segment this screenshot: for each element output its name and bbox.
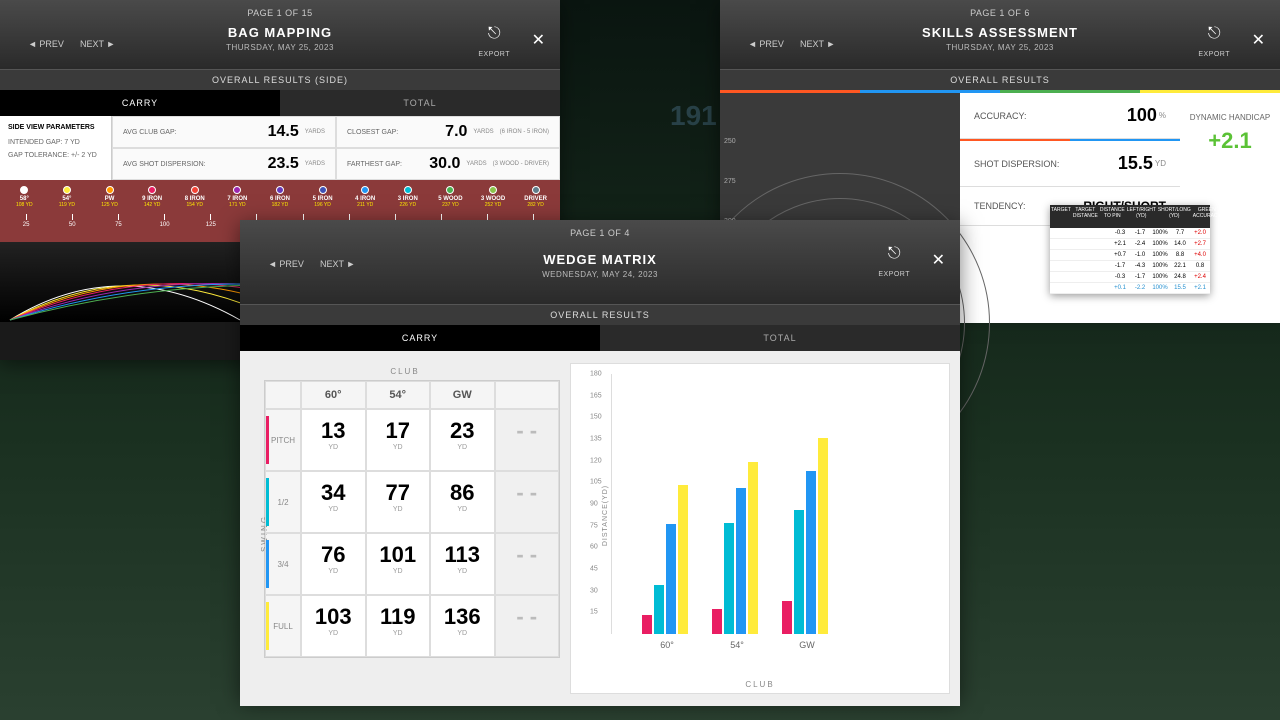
club-chip[interactable]: 3 IRON226 YD (387, 186, 428, 208)
panel-date: WEDNESDAY, MAY 24, 2023 (542, 270, 658, 279)
tab-carry[interactable]: CARRY (0, 90, 280, 116)
table-row: -0.3-1.7100%7.7+2.0 (1050, 228, 1210, 239)
club-chip[interactable]: PW125 YD (89, 186, 130, 208)
prev-button[interactable]: ◄ PREV (20, 35, 72, 53)
club-chip[interactable]: 5 WOOD237 YD (430, 186, 471, 208)
club-chip[interactable]: 8 IRON154 YD (174, 186, 215, 208)
side-view-parameters: SIDE VIEW PARAMETERS INTENDED GAP: 7 YD … (0, 116, 112, 180)
section-header: OVERALL RESULTS (240, 305, 960, 325)
prev-button[interactable]: ◄ PREV (260, 255, 312, 273)
metric-accuracy: ACCURACY:100% (960, 93, 1180, 139)
wedge-cell: 86YD (430, 471, 495, 533)
table-row: +0.1-2.2100%15.5+2.1 (1050, 283, 1210, 294)
club-chip[interactable]: 6 IRON182 YD (260, 186, 301, 208)
panel-title: BAG MAPPING (226, 25, 334, 40)
table-row: +2.1-2.4100%14.0+2.7 (1050, 239, 1210, 250)
club-chip[interactable]: 9 IRON142 YD (132, 186, 173, 208)
next-button[interactable]: NEXT ► (792, 35, 843, 53)
clubs-row: 58°108 YD54°119 YDPW125 YD9 IRON142 YD8 … (0, 180, 560, 210)
page-indicator: PAGE 1 OF 4 (570, 228, 630, 238)
close-button[interactable]: ✕ (532, 30, 545, 50)
wedge-cell: 77YD (366, 471, 431, 533)
club-chip[interactable]: 54°119 YD (47, 186, 88, 208)
club-chip[interactable]: 7 IRON171 YD (217, 186, 258, 208)
wedge-cell: 101YD (366, 533, 431, 595)
wedge-cell: 119YD (366, 595, 431, 657)
bg-number: 191 (670, 100, 717, 132)
wedge-data-grid: 60°54°GWPITCH13YD17YD23YD- -1/234YD77YD8… (264, 380, 560, 658)
panel-title: SKILLS ASSESSMENT (922, 25, 1078, 40)
export-icon: ⎋ (478, 25, 510, 43)
wedge-cell: 13YD (301, 409, 366, 471)
club-chip[interactable]: 4 IRON211 YD (345, 186, 386, 208)
export-button[interactable]: ⎋ EXPORT (878, 245, 910, 281)
club-chip[interactable]: 5 IRON196 YD (302, 186, 343, 208)
stat-farthest-gap: FARTHEST GAP:30.0YARDS(3 WOOD - DRIVER) (336, 148, 560, 180)
section-header: OVERALL RESULTS (720, 70, 1280, 90)
table-row: -1.7-4.3100%22.10.8 (1050, 261, 1210, 272)
export-icon: ⎋ (1198, 25, 1230, 43)
stat-avg-dispersion: AVG SHOT DISPERSION:23.5YARDS (112, 148, 336, 180)
table-row: +0.7-1.0100%8.8+4.0 (1050, 250, 1210, 261)
stat-closest-gap: CLOSEST GAP:7.0YARDS(6 IRON - 5 IRON) (336, 116, 560, 148)
export-button[interactable]: ⎋ EXPORT (1198, 25, 1230, 61)
wedge-cell: 23YD (430, 409, 495, 471)
wedge-cell: 103YD (301, 595, 366, 657)
section-header: OVERALL RESULTS (SIDE) (0, 70, 560, 90)
panel-date: THURSDAY, MAY 25, 2023 (226, 43, 334, 52)
tab-total[interactable]: TOTAL (600, 325, 960, 351)
export-icon: ⎋ (878, 245, 910, 263)
wedge-bar-chart: DISTANCE(YD) 180165150135120105907560453… (570, 363, 950, 694)
wedge-matrix-panel: PAGE 1 OF 4 ◄ PREV NEXT ► WEDGE MATRIX W… (240, 220, 960, 700)
page-indicator: PAGE 1 OF 6 (970, 8, 1030, 18)
export-button[interactable]: ⎋ EXPORT (478, 25, 510, 61)
panel-date: THURSDAY, MAY 25, 2023 (922, 43, 1078, 52)
close-button[interactable]: ✕ (932, 250, 945, 270)
table-row: -0.3-1.7100%24.8+2.4 (1050, 272, 1210, 283)
stat-avg-club-gap: AVG CLUB GAP:14.5YARDS (112, 116, 336, 148)
next-button[interactable]: NEXT ► (72, 35, 123, 53)
tab-carry[interactable]: CARRY (240, 325, 600, 351)
wedge-cell: 76YD (301, 533, 366, 595)
wedge-cell: 34YD (301, 471, 366, 533)
metric-dispersion: SHOT DISPERSION:15.5YD (960, 141, 1180, 187)
skills-detail-table: TARGETTARGET DISTANCEDISTANCE TO PINLEFT… (1050, 205, 1210, 294)
tab-total[interactable]: TOTAL (280, 90, 560, 116)
wedge-cell: 113YD (430, 533, 495, 595)
club-chip[interactable]: DRIVER282 YD (515, 186, 556, 208)
wedge-cell: 17YD (366, 409, 431, 471)
club-chip[interactable]: 58°108 YD (4, 186, 45, 208)
wedge-cell: 136YD (430, 595, 495, 657)
close-button[interactable]: ✕ (1252, 30, 1265, 50)
axis-label-club: CLUB (250, 363, 560, 380)
page-indicator: PAGE 1 OF 15 (247, 8, 312, 18)
panel-title: WEDGE MATRIX (542, 252, 658, 267)
next-button[interactable]: NEXT ► (312, 255, 363, 273)
club-chip[interactable]: 3 WOOD252 YD (473, 186, 514, 208)
prev-button[interactable]: ◄ PREV (740, 35, 792, 53)
